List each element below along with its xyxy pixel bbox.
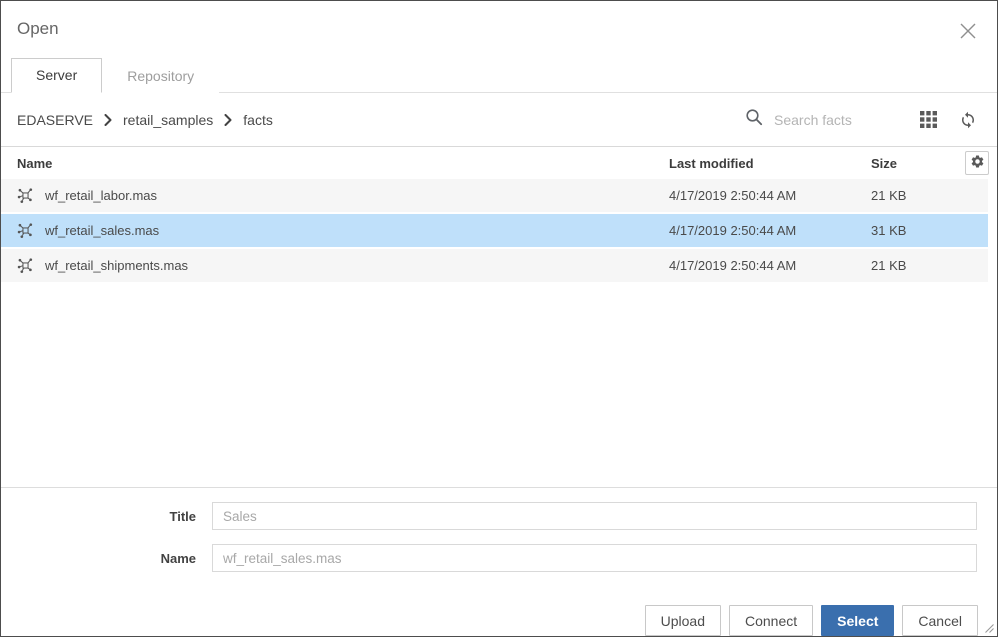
file-form: Title Name bbox=[1, 487, 997, 586]
chevron-right-icon bbox=[224, 113, 232, 126]
close-button[interactable] bbox=[955, 18, 981, 44]
search-box bbox=[745, 108, 890, 131]
refresh-icon bbox=[959, 111, 977, 132]
column-header-modified[interactable]: Last modified bbox=[669, 156, 871, 171]
file-size: 21 KB bbox=[871, 188, 907, 203]
file-name-cell: wf_retail_labor.mas bbox=[1, 187, 669, 204]
file-modified: 4/17/2019 2:50:44 AM bbox=[669, 188, 797, 203]
name-form-row: Name bbox=[1, 544, 977, 572]
column-header-size[interactable]: Size bbox=[871, 156, 957, 171]
file-size: 21 KB bbox=[871, 258, 907, 273]
breadcrumb-item-retail-samples[interactable]: retail_samples bbox=[123, 112, 213, 128]
table-row-selected[interactable]: wf_retail_sales.mas 4/17/2019 2:50:44 AM… bbox=[1, 214, 988, 249]
search-input[interactable] bbox=[772, 110, 890, 129]
open-dialog: Open Server Repository EDASERVE retail_s… bbox=[0, 0, 998, 637]
table-row[interactable]: wf_retail_shipments.mas 4/17/2019 2:50:4… bbox=[1, 249, 988, 284]
breadcrumb-item-edaserve[interactable]: EDASERVE bbox=[17, 112, 93, 128]
tab-repository[interactable]: Repository bbox=[102, 59, 220, 93]
grid-view-button[interactable] bbox=[916, 107, 941, 132]
title-field[interactable] bbox=[212, 502, 977, 530]
table-row[interactable]: wf_retail_labor.mas 4/17/2019 2:50:44 AM… bbox=[1, 179, 988, 214]
file-name-cell: wf_retail_shipments.mas bbox=[1, 257, 669, 274]
dialog-footer: Upload Connect Select Cancel bbox=[1, 586, 997, 636]
title-form-row: Title bbox=[1, 502, 977, 530]
column-header-name[interactable]: Name bbox=[1, 156, 669, 171]
synonym-icon bbox=[17, 187, 34, 204]
column-header-settings bbox=[957, 151, 997, 175]
file-name: wf_retail_shipments.mas bbox=[45, 258, 189, 273]
breadcrumb-item-facts[interactable]: facts bbox=[243, 112, 273, 128]
close-icon bbox=[957, 23, 979, 45]
select-button[interactable]: Select bbox=[821, 605, 895, 636]
file-modified: 4/17/2019 2:50:44 AM bbox=[669, 258, 797, 273]
upload-button[interactable]: Upload bbox=[644, 605, 721, 636]
title-label: Title bbox=[169, 508, 197, 524]
search-icon bbox=[745, 108, 763, 131]
tab-bar: Server Repository bbox=[1, 44, 997, 93]
chevron-right-icon bbox=[104, 113, 112, 126]
tab-server[interactable]: Server bbox=[11, 58, 103, 93]
cancel-button[interactable]: Cancel bbox=[902, 605, 978, 636]
column-settings-button[interactable] bbox=[965, 151, 989, 175]
resize-handle-icon[interactable] bbox=[984, 623, 994, 633]
dialog-header: Open bbox=[1, 1, 997, 44]
file-name: wf_retail_labor.mas bbox=[45, 188, 157, 203]
empty-list-area bbox=[1, 284, 997, 487]
table-header: Name Last modified Size bbox=[1, 146, 997, 179]
gear-icon bbox=[970, 154, 985, 172]
toolbar: EDASERVE retail_samples facts bbox=[1, 93, 997, 146]
toolbar-right bbox=[745, 107, 981, 133]
file-name-cell: wf_retail_sales.mas bbox=[1, 222, 669, 239]
refresh-button[interactable] bbox=[955, 107, 981, 133]
name-label: Name bbox=[160, 550, 196, 566]
name-field[interactable] bbox=[212, 544, 977, 572]
connect-button[interactable]: Connect bbox=[729, 605, 814, 636]
synonym-icon bbox=[17, 257, 34, 274]
file-size: 31 KB bbox=[871, 223, 907, 238]
file-modified: 4/17/2019 2:50:44 AM bbox=[669, 223, 797, 238]
dialog-title: Open bbox=[17, 19, 59, 38]
breadcrumb: EDASERVE retail_samples facts bbox=[17, 112, 273, 128]
file-list: wf_retail_labor.mas 4/17/2019 2:50:44 AM… bbox=[1, 179, 997, 284]
grid-view-icon bbox=[920, 111, 937, 131]
file-name: wf_retail_sales.mas bbox=[45, 223, 160, 238]
synonym-icon bbox=[17, 222, 34, 239]
